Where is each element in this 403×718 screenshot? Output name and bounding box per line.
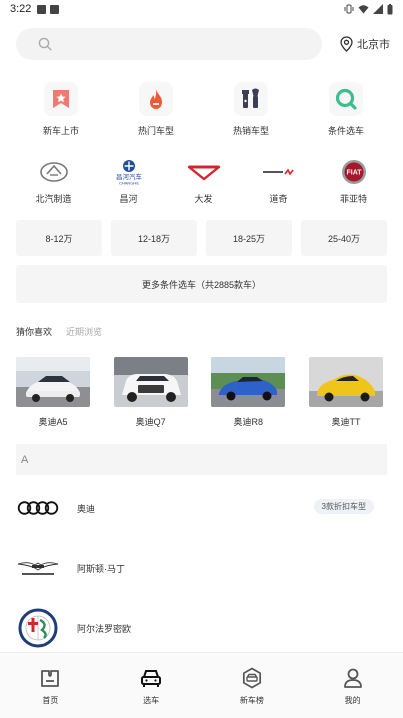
tab-guess-you-like[interactable]: 猜你喜欢	[16, 325, 52, 338]
city-label: 北京市	[357, 39, 390, 51]
tab-label: 我的	[344, 696, 361, 705]
tab-label: 首页	[42, 696, 59, 705]
new-car-icon	[53, 90, 69, 108]
price-range-button[interactable]: 12-18万	[111, 220, 197, 256]
brand-list-item[interactable]: 奥迪 3款折扣车型	[16, 478, 387, 538]
tools-icon	[242, 88, 259, 108]
quick-best-sellers[interactable]: 热销车型	[206, 82, 296, 137]
price-range-button[interactable]: 18-25万	[206, 220, 292, 256]
brand-dodge[interactable]: 道奇	[241, 158, 316, 205]
aston-martin-logo-icon	[17, 562, 59, 575]
alfa-romeo-logo-icon	[18, 608, 58, 648]
new-car-rank-icon	[242, 667, 261, 689]
filter-search-icon	[335, 88, 357, 110]
wifi-icon	[358, 5, 369, 14]
city-selector[interactable]: 北京市	[340, 36, 390, 52]
tab-select-car[interactable]: 选车	[101, 653, 202, 718]
rec-car-label: 奥迪A5	[38, 417, 68, 427]
rec-car-label: 奥迪R8	[233, 417, 264, 427]
daihatsu-logo-icon	[187, 165, 220, 181]
search-icon	[38, 37, 52, 51]
rec-car-tt[interactable]: 奥迪TT	[308, 357, 383, 428]
quick-hot-models[interactable]: 热门车型	[111, 82, 201, 137]
car-photo	[211, 357, 286, 407]
search-box[interactable]	[16, 28, 322, 60]
brand-list-item[interactable]: 阿尔法罗密欧	[16, 598, 387, 658]
fiat-logo-icon: FIAT	[341, 160, 366, 184]
brand-label: 菲亚特	[339, 194, 367, 204]
status-bar: 3:22	[0, 0, 403, 18]
profile-icon	[343, 668, 362, 688]
recommended-cars: 奥迪A5 奥迪Q7 奥迪R8 奥迪TT	[16, 357, 383, 428]
car-select-icon	[141, 670, 162, 687]
brand-fiat[interactable]: FIAT 菲亚特	[316, 158, 391, 205]
audi-logo-icon	[17, 501, 59, 515]
quick-new-car[interactable]: 新车上市	[16, 82, 106, 137]
quick-filter-select[interactable]: 条件选车	[301, 82, 391, 137]
more-filter-button[interactable]: 更多条件选车（共2885款车）	[16, 265, 387, 303]
car-photo	[16, 357, 90, 407]
brand-list-name: 阿尔法罗密欧	[77, 623, 132, 634]
quick-label: 热门车型	[137, 126, 174, 136]
brand-list-name: 奥迪	[77, 503, 96, 514]
battery-icon	[387, 3, 393, 14]
quick-label: 热销车型	[232, 126, 269, 136]
tab-new-car-rank[interactable]: 新车榜	[202, 653, 303, 718]
price-range-button[interactable]: 8-12万	[16, 220, 102, 256]
brand-list: 奥迪 3款折扣车型 阿斯顿·马丁 阿尔法罗密欧	[16, 478, 387, 658]
tab-profile[interactable]: 我的	[302, 653, 403, 718]
car-photo	[113, 357, 188, 407]
rec-car-label: 奥迪Q7	[135, 417, 166, 427]
search-row: 北京市	[16, 28, 391, 60]
price-range-button[interactable]: 25-40万	[301, 220, 387, 256]
home-icon	[41, 670, 60, 687]
notification-a-icon	[37, 4, 47, 14]
brand-label: 北汽制造	[35, 194, 72, 204]
changhe-logo-icon: 昌河汽车CHANGHE	[116, 160, 142, 186]
price-range-filters: 8-12万 12-18万 18-25万 25-40万	[16, 220, 387, 256]
location-pin-icon	[340, 36, 353, 52]
rec-car-a5[interactable]: 奥迪A5	[16, 357, 90, 428]
status-time: 3:22	[10, 3, 32, 15]
brand-list-name: 阿斯顿·马丁	[77, 563, 125, 574]
svg-text:FIAT: FIAT	[346, 170, 362, 177]
brand-label: 大发	[194, 194, 213, 204]
search-input[interactable]	[60, 37, 300, 51]
svg-text:CHANGHE: CHANGHE	[118, 181, 138, 186]
quick-label: 新车上市	[42, 126, 79, 136]
brand-label: 昌河	[119, 194, 138, 204]
recommend-tabs: 猜你喜欢 近期浏览	[16, 325, 102, 338]
vibrate-icon	[344, 4, 354, 14]
quick-entries: 新车上市 热门车型 热销车型 条件选车	[16, 82, 391, 137]
baic-logo-icon	[39, 162, 68, 182]
brand-list-item[interactable]: 阿斯顿·马丁	[16, 538, 387, 598]
notification-square-icon	[50, 4, 60, 14]
signal-icon	[373, 4, 383, 14]
rec-car-q7[interactable]: 奥迪Q7	[113, 357, 188, 428]
discount-badge[interactable]: 3款折扣车型	[313, 499, 374, 514]
bottom-tab-bar: 首页 选车 新车榜 我的	[0, 652, 403, 718]
brand-daihatsu[interactable]: 大发	[166, 158, 241, 205]
brand-shortcuts: 北汽制造 昌河汽车 CHANGHE 昌河 大发 道奇 FIAT 菲亚特	[16, 158, 391, 205]
brand-baic[interactable]: 北汽制造	[16, 158, 91, 205]
rec-car-label: 奥迪TT	[331, 417, 361, 427]
dodge-logo-icon	[262, 168, 294, 176]
tab-home[interactable]: 首页	[0, 653, 101, 718]
fire-icon	[150, 89, 162, 109]
quick-label: 条件选车	[327, 126, 364, 136]
letter-index-header: A	[16, 444, 387, 475]
tab-label: 选车	[143, 696, 160, 705]
brand-label: 道奇	[269, 194, 288, 204]
rec-car-r8[interactable]: 奥迪R8	[211, 357, 286, 428]
tab-label: 新车榜	[239, 696, 264, 705]
brand-changhe[interactable]: 昌河汽车 CHANGHE 昌河	[91, 158, 166, 205]
car-photo	[308, 357, 383, 407]
tab-recently-viewed[interactable]: 近期浏览	[66, 325, 102, 338]
